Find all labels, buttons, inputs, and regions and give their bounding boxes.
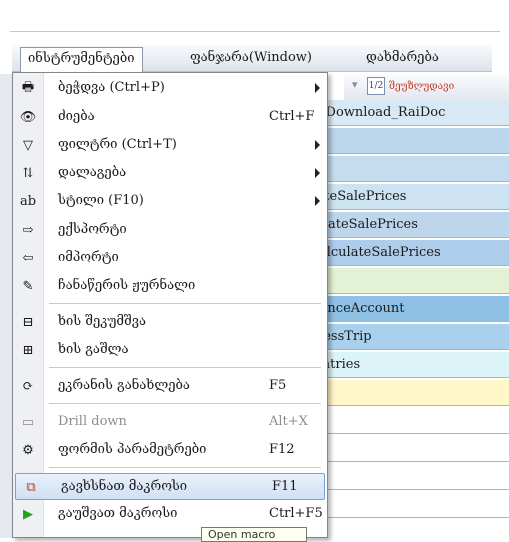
menu-item-label: იმპორტი (58, 250, 119, 265)
menu-tools[interactable]: ინსტრუმენტები (20, 47, 143, 73)
toolbar-dropdown-arrow[interactable]: ▾ (352, 78, 358, 91)
collapse-icon: ⊟ (22, 315, 34, 330)
binoculars-icon: 👁 (19, 110, 37, 125)
grid-row[interactable]: sinessTrip (300, 324, 509, 350)
menu-item-search[interactable]: 👁 ძიება Ctrl+F (13, 104, 327, 131)
journal-icon: ✎ (22, 279, 34, 294)
import-icon: ⇦ (22, 251, 34, 266)
menu-item-filter[interactable]: ▽ ფილტრი (Ctrl+T) (13, 132, 327, 159)
menu-separator (49, 467, 321, 468)
menu-item-refresh-screen[interactable]: ⟳ ეკრანის განახლება F5 (13, 373, 327, 400)
menu-item-label: ხის გაშლა (58, 342, 129, 357)
menu-item-shortcut: F5 (269, 378, 287, 393)
menu-separator (49, 367, 321, 368)
title-divider (10, 31, 500, 32)
data-grid: ns_Download_RaiDocs ulateSalePriceslculat… (300, 100, 509, 538)
grid-row[interactable]: dvanceAccount (300, 296, 509, 322)
menu-item-print[interactable]: 🖶 ბეჭდვა (Ctrl+P) (13, 75, 327, 102)
grid-row[interactable]: lculateSalePrices (300, 212, 509, 238)
menu-item-form-parameters[interactable]: ⚙ ფორმის პარამეტრები F12 (13, 437, 327, 464)
menu-item-label: ფორმის პარამეტრები (58, 442, 207, 457)
grid-row[interactable] (300, 156, 509, 182)
menu-separator (49, 303, 321, 304)
menu-bar-strip: ინსტრუმენტები ფანჯარა(Window) დახმარება (12, 45, 492, 73)
menu-item-shortcut: Ctrl+F (269, 109, 315, 124)
unlimited-button-label: შეუზღუდავი (389, 80, 455, 92)
menu-help[interactable]: დახმარება (366, 50, 439, 65)
refresh-icon: ⟳ (22, 379, 34, 394)
menu-item-shortcut: Ctrl+F5 (269, 506, 323, 521)
submenu-arrow-icon (315, 140, 320, 150)
submenu-arrow-icon (315, 168, 320, 178)
grid-row[interactable] (300, 464, 509, 490)
play-icon: ▶ (23, 507, 33, 522)
menu-item-label: გავხსნათ მაკროსი (61, 479, 188, 494)
drill-down-icon: ▭ (21, 415, 35, 430)
export-icon: ⇨ (22, 223, 34, 238)
open-macro-icon: ⧉ (26, 480, 36, 495)
grid-row[interactable]: dEntries (300, 352, 509, 378)
menu-item-record-journal[interactable]: ✎ ჩანაწერის ჟურნალი (13, 273, 327, 300)
menu-item-label: ხის შეკუმშვა (58, 314, 147, 329)
menu-item-drill-down: ▭ Drill down Alt+X (13, 409, 327, 436)
grid-row[interactable]: s (300, 128, 509, 154)
menu-item-collapse-tree[interactable]: ⊟ ხის შეკუმშვა (13, 309, 327, 336)
sort-icon: ⇅ (22, 166, 34, 181)
menu-item-label: გაუშვათ მაკროსი (58, 506, 178, 521)
form-settings-icon: ⚙ (22, 443, 34, 458)
menu-item-shortcut: F12 (269, 442, 295, 457)
grid-row[interactable]: ulateSalePrices (300, 184, 509, 210)
menu-item-label: Drill down (58, 414, 127, 429)
grid-row[interactable] (300, 380, 509, 406)
style-icon: ab (19, 194, 37, 209)
menu-item-shortcut: F11 (272, 479, 298, 494)
tools-dropdown-menu: 🖶 ბეჭდვა (Ctrl+P) 👁 ძიება Ctrl+F ▽ ფილტრი (Ctr… (12, 72, 328, 538)
menu-separator (49, 403, 321, 404)
menu-item-label: ფილტრი (Ctrl+T) (58, 137, 177, 152)
grid-row[interactable]: ecalculateSalePrices (300, 240, 509, 266)
menu-item-shortcut: Alt+X (269, 414, 308, 429)
grid-row[interactable] (300, 436, 509, 462)
menu-item-export[interactable]: ⇨ ექსპორტი (13, 217, 327, 244)
filter-icon: ▽ (23, 138, 33, 153)
menu-item-label: ექსპორტი (58, 222, 127, 237)
unlimited-button[interactable]: 1/2 შეუზღუდავი (367, 77, 454, 95)
menu-item-run-macro[interactable]: ▶ გაუშვათ მაკროსი Ctrl+F5 (13, 501, 327, 528)
menu-item-label: ძიება (58, 109, 95, 124)
menu-item-label: ჩანაწერის ჟურნალი (58, 278, 196, 293)
menu-item-style[interactable]: ab სტილი (F10) (13, 188, 327, 215)
menu-item-label: ეკრანის განახლება (58, 378, 190, 393)
menu-item-label: სტილი (F10) (58, 193, 144, 208)
grid-row[interactable] (300, 492, 509, 518)
grid-row[interactable] (300, 268, 509, 294)
tooltip: Open macro (201, 527, 307, 542)
menu-item-expand-tree[interactable]: ⊞ ხის გაშლა (13, 337, 327, 364)
grid-row[interactable] (300, 408, 509, 434)
grid-row[interactable]: ns_Download_RaiDoc (300, 100, 509, 126)
menu-window[interactable]: ფანჯარა(Window) (190, 50, 312, 65)
menu-item-sort[interactable]: ⇅ დალაგება (13, 160, 327, 187)
menu-bar: ინსტრუმენტები ფანჯარა(Window) დახმარება (0, 0, 509, 73)
menu-item-open-macro[interactable]: ⧉ გავხსნათ მაკროსი F11 (15, 473, 325, 500)
toolbar: ▾ 1/2 შეუზღუდავი (344, 74, 509, 101)
submenu-arrow-icon (315, 83, 320, 93)
menu-item-label: ბეჭდვა (Ctrl+P) (58, 80, 165, 95)
expand-icon: ⊞ (22, 343, 34, 358)
submenu-arrow-icon (315, 196, 320, 206)
fraction-icon: 1/2 (367, 77, 385, 95)
menu-item-label: დალაგება (58, 165, 127, 180)
printer-icon: 🖶 (21, 79, 35, 95)
menu-item-import[interactable]: ⇦ იმპორტი (13, 245, 327, 272)
